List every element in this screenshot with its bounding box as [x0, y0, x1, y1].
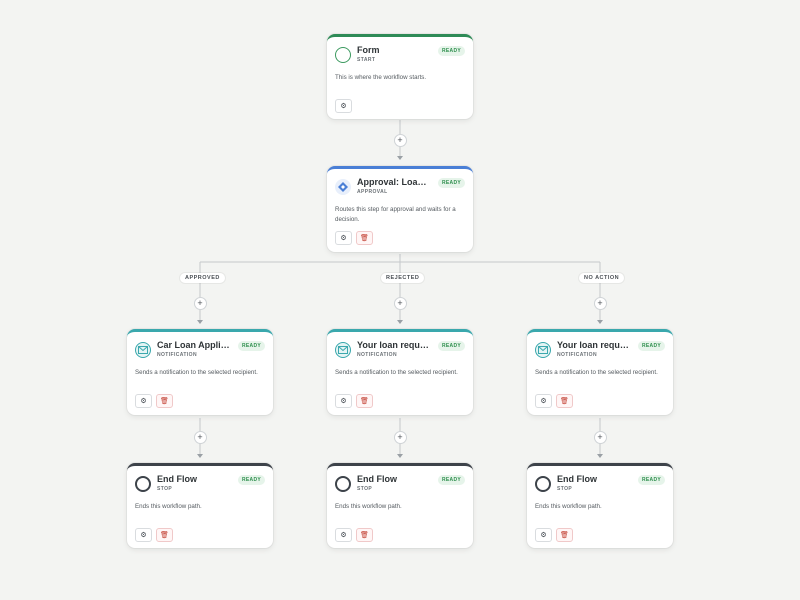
node-type: STOP	[357, 486, 373, 492]
delete-button[interactable]: 🗑	[356, 528, 373, 542]
branch-label-rejected: REJECTED	[381, 273, 425, 283]
node-type: NOTIFICATION	[557, 352, 597, 358]
status-badge: READY	[237, 475, 265, 485]
node-title: Car Loan Applic...	[157, 340, 232, 350]
add-step-button[interactable]: +	[393, 134, 407, 147]
trash-icon: 🗑	[360, 234, 369, 242]
node-title: End Flow	[357, 474, 397, 484]
node-description: This is where the workflow starts.	[335, 74, 427, 81]
approval-diamond-icon	[335, 179, 351, 195]
delete-button[interactable]: 🗑	[356, 394, 373, 408]
status-badge: READY	[637, 341, 665, 351]
add-step-button-rejected-end[interactable]: +	[393, 431, 407, 444]
node-title: End Flow	[157, 474, 197, 484]
gear-icon: ⚙	[340, 531, 347, 539]
node-title: Form	[357, 45, 380, 55]
settings-button[interactable]: ⚙	[335, 528, 352, 542]
status-badge: READY	[437, 475, 465, 485]
settings-button[interactable]: ⚙	[535, 394, 552, 408]
gear-icon: ⚙	[340, 102, 347, 110]
node-description: Sends a notification to the selected rec…	[535, 369, 658, 376]
status-badge: READY	[637, 475, 665, 485]
gear-icon: ⚙	[140, 397, 147, 405]
delete-button[interactable]: 🗑	[356, 231, 373, 245]
workflow-canvas: + + + + + + + APPROVED REJECTED NO ACTIO…	[0, 0, 800, 600]
settings-button[interactable]: ⚙	[335, 231, 352, 245]
node-notification-no-action[interactable]: Your loan reque... NOTIFICATION READY Se…	[527, 329, 673, 415]
trash-icon: 🗑	[360, 397, 369, 405]
envelope-icon	[335, 342, 351, 358]
node-title: Your loan reque...	[557, 340, 632, 350]
node-end-approved[interactable]: End Flow STOP READY Ends this workflow p…	[127, 463, 273, 548]
trash-icon: 🗑	[360, 531, 369, 539]
node-form[interactable]: Form START READY This is where the workf…	[327, 34, 473, 119]
settings-button[interactable]: ⚙	[135, 394, 152, 408]
branch-label-approved: APPROVED	[180, 273, 225, 283]
node-description: Ends this workflow path.	[535, 503, 602, 510]
node-description: Sends a notification to the selected rec…	[335, 369, 458, 376]
delete-button[interactable]: 🗑	[556, 528, 573, 542]
node-type: STOP	[557, 486, 573, 492]
node-description: Ends this workflow path.	[135, 503, 202, 510]
settings-button[interactable]: ⚙	[335, 99, 352, 113]
trash-icon: 🗑	[160, 397, 169, 405]
status-badge: READY	[437, 46, 465, 56]
node-title: Approval: Loan ...	[357, 177, 432, 187]
node-end-no-action[interactable]: End Flow STOP READY Ends this workflow p…	[527, 463, 673, 548]
add-step-button-no-action[interactable]: +	[593, 297, 607, 310]
node-title: End Flow	[557, 474, 597, 484]
gear-icon: ⚙	[140, 531, 147, 539]
gear-icon: ⚙	[540, 531, 547, 539]
node-notification-approved[interactable]: Car Loan Applic... NOTIFICATION READY Se…	[127, 329, 273, 415]
delete-button[interactable]: 🗑	[156, 394, 173, 408]
node-type: APPROVAL	[357, 189, 388, 195]
gear-icon: ⚙	[540, 397, 547, 405]
circle-stop-icon	[135, 476, 151, 492]
node-type: STOP	[157, 486, 173, 492]
node-end-rejected[interactable]: End Flow STOP READY Ends this workflow p…	[327, 463, 473, 548]
settings-button[interactable]: ⚙	[535, 528, 552, 542]
node-type: START	[357, 57, 376, 63]
node-description: Routes this step for approval and waits …	[335, 206, 456, 223]
delete-button[interactable]: 🗑	[156, 528, 173, 542]
status-badge: READY	[437, 178, 465, 188]
node-description: Ends this workflow path.	[335, 503, 402, 510]
add-step-button-no-action-end[interactable]: +	[593, 431, 607, 444]
add-step-button-rejected[interactable]: +	[393, 297, 407, 310]
node-type: NOTIFICATION	[357, 352, 397, 358]
trash-icon: 🗑	[560, 531, 569, 539]
node-type: NOTIFICATION	[157, 352, 197, 358]
envelope-icon	[135, 342, 151, 358]
gear-icon: ⚙	[340, 234, 347, 242]
gear-icon: ⚙	[340, 397, 347, 405]
envelope-icon	[535, 342, 551, 358]
settings-button[interactable]: ⚙	[135, 528, 152, 542]
node-title: Your loan reque...	[357, 340, 432, 350]
node-approval[interactable]: Approval: Loan ... APPROVAL READY Routes…	[327, 166, 473, 252]
branch-label-no-action: NO ACTION	[579, 273, 625, 283]
circle-stop-icon	[335, 476, 351, 492]
trash-icon: 🗑	[560, 397, 569, 405]
status-badge: READY	[237, 341, 265, 351]
settings-button[interactable]: ⚙	[335, 394, 352, 408]
circle-stop-icon	[535, 476, 551, 492]
node-description: Sends a notification to the selected rec…	[135, 369, 258, 376]
node-notification-rejected[interactable]: Your loan reque... NOTIFICATION READY Se…	[327, 329, 473, 415]
circle-start-icon	[335, 47, 351, 63]
delete-button[interactable]: 🗑	[556, 394, 573, 408]
add-step-button-approved-end[interactable]: +	[193, 431, 207, 444]
add-step-button-approved[interactable]: +	[193, 297, 207, 310]
status-badge: READY	[437, 341, 465, 351]
trash-icon: 🗑	[160, 531, 169, 539]
